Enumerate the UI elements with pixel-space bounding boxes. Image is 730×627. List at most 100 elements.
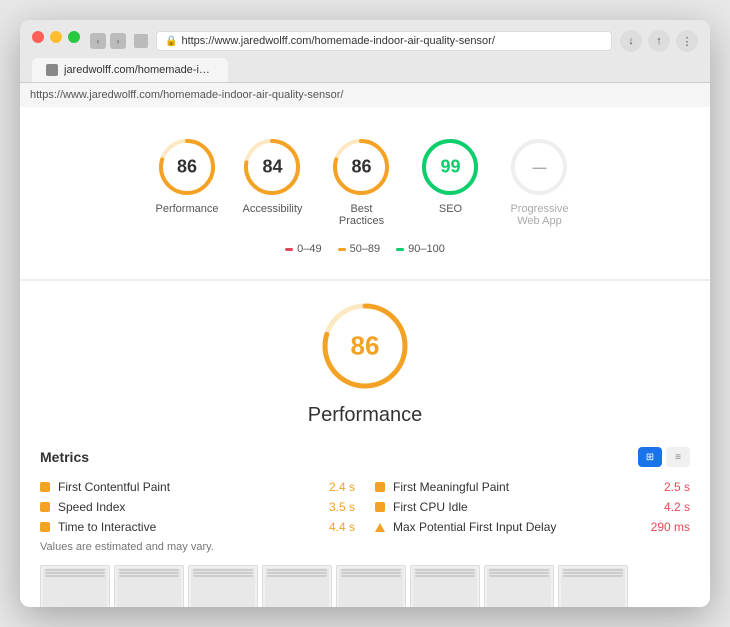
- filmstrip-content-7: [487, 568, 551, 607]
- metric-value-mpfid: 290 ms: [645, 520, 690, 534]
- legend-average-dot: [338, 248, 346, 251]
- filmstrip-content-4: [265, 568, 329, 607]
- lock-icon: 🔒: [165, 36, 177, 47]
- metrics-header: Metrics ⊞ ≡: [40, 437, 690, 467]
- score-value-seo: 99: [440, 157, 460, 178]
- window-icon: [134, 34, 148, 48]
- filmstrip-content-8: [561, 568, 625, 607]
- tab-bar: jaredwolff.com/homemade-indoor-air...: [32, 58, 698, 82]
- legend-pass-label: 90–100: [408, 243, 445, 255]
- nav-buttons: ‹ ›: [90, 33, 126, 49]
- filmstrip-content-1: [43, 568, 107, 607]
- metric-value-fcp: 2.4 s: [310, 480, 355, 494]
- forward-button[interactable]: ›: [110, 33, 126, 49]
- tab-label: jaredwolff.com/homemade-indoor-air...: [64, 64, 214, 76]
- metric-name-fci: First CPU Idle: [393, 500, 637, 514]
- metric-name-fcp: First Contentful Paint: [58, 480, 302, 494]
- score-label-performance: Performance: [156, 203, 219, 215]
- browser-actions: ↓ ↑ ⋮: [620, 30, 698, 52]
- filmstrip-frame-1: [40, 565, 110, 607]
- page-url: https://www.jaredwolff.com/homemade-indo…: [30, 89, 343, 101]
- metrics-left-column: First Contentful Paint 2.4 s Speed Index…: [40, 477, 355, 537]
- filmstrip-frame-6: [410, 565, 480, 607]
- score-circle-pwa: —: [509, 137, 569, 197]
- score-circle-performance: 86: [157, 137, 217, 197]
- score-circle-accessibility: 84: [242, 137, 302, 197]
- score-item-seo[interactable]: 99 SEO: [420, 137, 480, 227]
- browser-chrome: ‹ › 🔒 https://www.jaredwolff.com/homemad…: [20, 20, 710, 83]
- maximize-button[interactable]: [68, 31, 80, 43]
- legend-fail: 0–49: [285, 243, 321, 255]
- metric-indicator-tti: [40, 522, 50, 532]
- metric-indicator-mpfid: [375, 523, 385, 532]
- estimated-note: Values are estimated and may vary.: [40, 537, 690, 561]
- metrics-view-toggle: ⊞ ≡: [638, 447, 690, 467]
- metrics-section: Metrics ⊞ ≡ First Contentful Paint 2.4 s: [20, 437, 710, 607]
- metric-row-fmp: First Meaningful Paint 2.5 s: [375, 477, 690, 497]
- metric-value-fci: 4.2 s: [645, 500, 690, 514]
- filmstrip: [40, 561, 690, 607]
- address-bar[interactable]: 🔒 https://www.jaredwolff.com/homemade-in…: [156, 31, 612, 51]
- metric-row-fci: First CPU Idle 4.2 s: [375, 497, 690, 517]
- metrics-title: Metrics: [40, 449, 89, 465]
- score-item-accessibility[interactable]: 84 Accessibility: [242, 137, 302, 227]
- main-score-section: 86 Performance: [20, 281, 710, 437]
- lighthouse-scores-header: 86 Performance 84 Accessibility: [20, 107, 710, 280]
- main-score-label: Performance: [20, 404, 710, 427]
- metric-row-mpfid: Max Potential First Input Delay 290 ms: [375, 517, 690, 537]
- page-content: 86 Performance 84 Accessibility: [20, 107, 710, 607]
- browser-tab[interactable]: jaredwolff.com/homemade-indoor-air...: [32, 58, 228, 82]
- metric-row-tti: Time to Interactive 4.4 s: [40, 517, 355, 537]
- main-score-circle: 86: [320, 301, 410, 391]
- filmstrip-content-2: [117, 568, 181, 607]
- filmstrip-content-6: [413, 568, 477, 607]
- score-item-best-practices[interactable]: 86 Best Practices: [326, 137, 396, 227]
- score-label-best-practices: Best Practices: [326, 203, 396, 227]
- legend-fail-label: 0–49: [297, 243, 321, 255]
- metric-name-si: Speed Index: [58, 500, 302, 514]
- score-item-pwa[interactable]: — Progressive Web App: [504, 137, 574, 227]
- filmstrip-frame-4: [262, 565, 332, 607]
- minimize-button[interactable]: [50, 31, 62, 43]
- metric-name-mpfid: Max Potential First Input Delay: [393, 520, 637, 534]
- share-icon[interactable]: ↑: [648, 30, 670, 52]
- filmstrip-frame-7: [484, 565, 554, 607]
- score-value-performance: 86: [177, 157, 197, 178]
- metric-row-si: Speed Index 3.5 s: [40, 497, 355, 517]
- legend-average-label: 50–89: [350, 243, 381, 255]
- metric-value-tti: 4.4 s: [310, 520, 355, 534]
- filmstrip-frame-5: [336, 565, 406, 607]
- grid-view-button[interactable]: ⊞: [638, 447, 662, 467]
- legend-pass-dot: [396, 248, 404, 251]
- metric-indicator-fcp: [40, 482, 50, 492]
- main-score-value: 86: [351, 331, 380, 362]
- traffic-lights: [32, 31, 80, 43]
- legend-pass: 90–100: [396, 243, 445, 255]
- close-button[interactable]: [32, 31, 44, 43]
- score-label-accessibility: Accessibility: [243, 203, 303, 215]
- metric-name-fmp: First Meaningful Paint: [393, 480, 637, 494]
- metrics-grid: First Contentful Paint 2.4 s Speed Index…: [40, 477, 690, 537]
- score-item-performance[interactable]: 86 Performance: [156, 137, 219, 227]
- metric-indicator-si: [40, 502, 50, 512]
- download-icon[interactable]: ↓: [620, 30, 642, 52]
- tab-favicon: [46, 64, 58, 76]
- score-label-pwa: Progressive Web App: [504, 203, 574, 227]
- score-label-seo: SEO: [439, 203, 462, 215]
- metrics-right-column: First Meaningful Paint 2.5 s First CPU I…: [375, 477, 690, 537]
- filmstrip-frame-3: [188, 565, 258, 607]
- metric-row-fcp: First Contentful Paint 2.4 s: [40, 477, 355, 497]
- score-value-best-practices: 86: [351, 157, 371, 178]
- back-button[interactable]: ‹: [90, 33, 106, 49]
- url-text: https://www.jaredwolff.com/homemade-indo…: [181, 35, 494, 47]
- legend-average: 50–89: [338, 243, 381, 255]
- filmstrip-content-3: [191, 568, 255, 607]
- filmstrip-frame-8: [558, 565, 628, 607]
- score-value-accessibility: 84: [262, 157, 282, 178]
- metric-indicator-fci: [375, 502, 385, 512]
- browser-window: ‹ › 🔒 https://www.jaredwolff.com/homemad…: [20, 20, 710, 607]
- more-options-icon[interactable]: ⋮: [676, 30, 698, 52]
- list-view-button[interactable]: ≡: [666, 447, 690, 467]
- metric-name-tti: Time to Interactive: [58, 520, 302, 534]
- score-legend: 0–49 50–89 90–100: [20, 237, 710, 269]
